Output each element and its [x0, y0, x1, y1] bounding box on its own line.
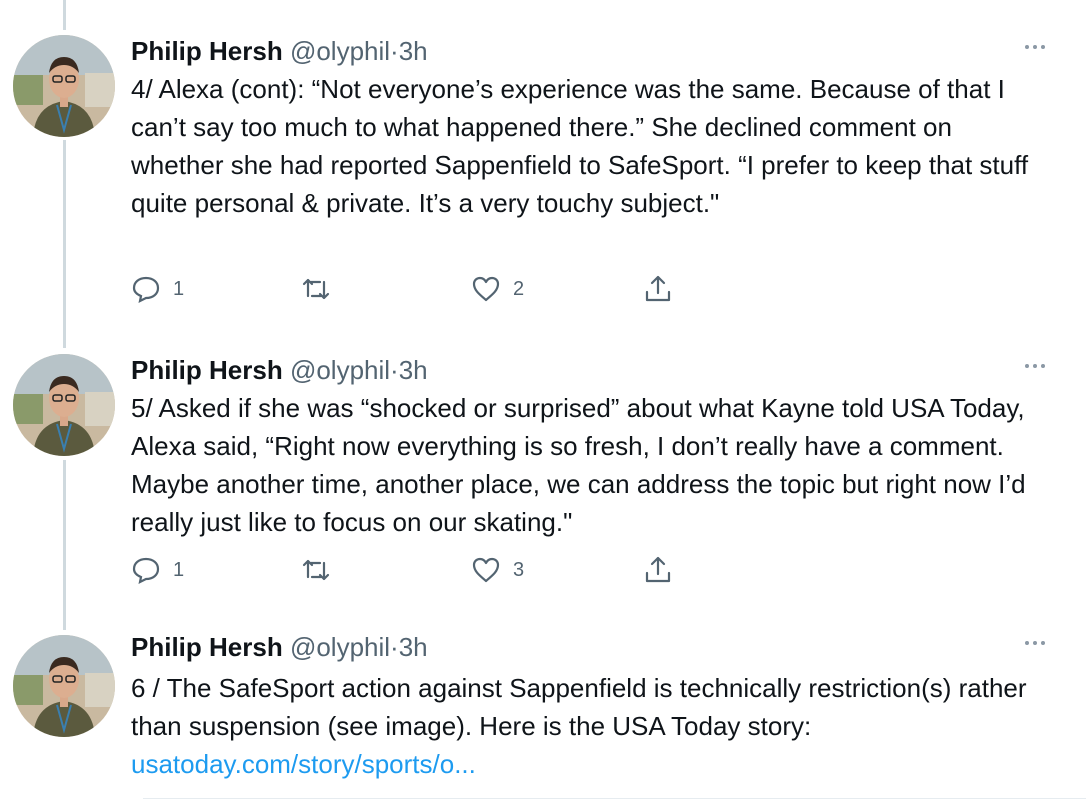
more-options-button[interactable]	[1020, 627, 1050, 657]
avatar-photo	[13, 635, 115, 737]
share-icon	[645, 275, 671, 302]
separator: ·	[390, 355, 399, 385]
avatar[interactable]	[13, 635, 115, 737]
tweet-header: Philip Hersh @olyphil·3h	[131, 627, 428, 667]
tweet[interactable]: Philip Hersh @olyphil·3h 6 / The SafeSpo…	[0, 627, 1086, 800]
more-horizontal-icon	[1025, 364, 1045, 368]
timestamp[interactable]: 3h	[399, 355, 428, 385]
more-horizontal-icon	[1025, 641, 1045, 645]
timestamp[interactable]: 3h	[399, 36, 428, 66]
heart-icon	[472, 557, 500, 583]
tweet-body: 4/ Alexa (cont): “Not everyone’s experie…	[131, 74, 1029, 218]
separator: ·	[390, 36, 399, 66]
reply-count: 1	[173, 558, 185, 581]
more-horizontal-icon	[1025, 45, 1045, 49]
like-count: 2	[513, 277, 525, 300]
heart-icon	[472, 276, 500, 302]
author-handle[interactable]: @olyphil	[290, 632, 390, 662]
tweet-text: 4/ Alexa (cont): “Not everyone’s experie…	[131, 70, 1051, 222]
retweet-button[interactable]	[301, 550, 343, 590]
like-button[interactable]: 2	[471, 269, 524, 309]
author-handle[interactable]: @olyphil	[290, 355, 390, 385]
retweet-icon	[302, 278, 330, 300]
avatar-photo	[13, 354, 115, 456]
reply-count: 1	[173, 277, 185, 300]
avatar-photo	[13, 35, 115, 137]
retweet-icon	[302, 559, 330, 581]
tweet-body: 6 / The SafeSport action against Sappenf…	[131, 673, 1027, 741]
like-button[interactable]: 3	[471, 550, 524, 590]
thread-line	[63, 0, 66, 30]
tweet-header: Philip Hersh @olyphil·3h	[131, 31, 428, 71]
tweet-text: 5/ Asked if she was “shocked or surprise…	[131, 389, 1051, 541]
share-button[interactable]	[643, 550, 673, 590]
reply-icon	[132, 276, 160, 303]
tweet-actions: 1 2	[131, 269, 691, 309]
reply-button[interactable]: 1	[131, 550, 184, 590]
author-name[interactable]: Philip Hersh	[131, 36, 283, 66]
tweet[interactable]: Philip Hersh @olyphil·3h 5/ Asked if she…	[0, 346, 1086, 610]
tweet-body: 5/ Asked if she was “shocked or surprise…	[131, 393, 1026, 537]
avatar[interactable]	[13, 35, 115, 137]
tweet-text: 6 / The SafeSport action against Sappenf…	[131, 669, 1051, 783]
tweet-header: Philip Hersh @olyphil·3h	[131, 350, 428, 390]
story-link[interactable]: usatoday.com/story/sports/o...	[131, 749, 476, 779]
reply-icon	[132, 557, 160, 584]
separator: ·	[390, 632, 399, 662]
share-icon	[645, 556, 671, 583]
reply-button[interactable]: 1	[131, 269, 184, 309]
author-handle[interactable]: @olyphil	[290, 36, 390, 66]
like-count: 3	[513, 558, 525, 581]
tweet[interactable]: Philip Hersh @olyphil·3h 4/ Alexa (cont)…	[0, 27, 1086, 317]
share-button[interactable]	[643, 269, 673, 309]
more-options-button[interactable]	[1020, 350, 1050, 380]
more-options-button[interactable]	[1020, 31, 1050, 61]
tweet-actions: 1 3	[131, 550, 691, 590]
timestamp[interactable]: 3h	[399, 632, 428, 662]
retweet-button[interactable]	[301, 269, 343, 309]
divider	[143, 798, 1086, 799]
author-name[interactable]: Philip Hersh	[131, 632, 283, 662]
author-name[interactable]: Philip Hersh	[131, 355, 283, 385]
avatar[interactable]	[13, 354, 115, 456]
